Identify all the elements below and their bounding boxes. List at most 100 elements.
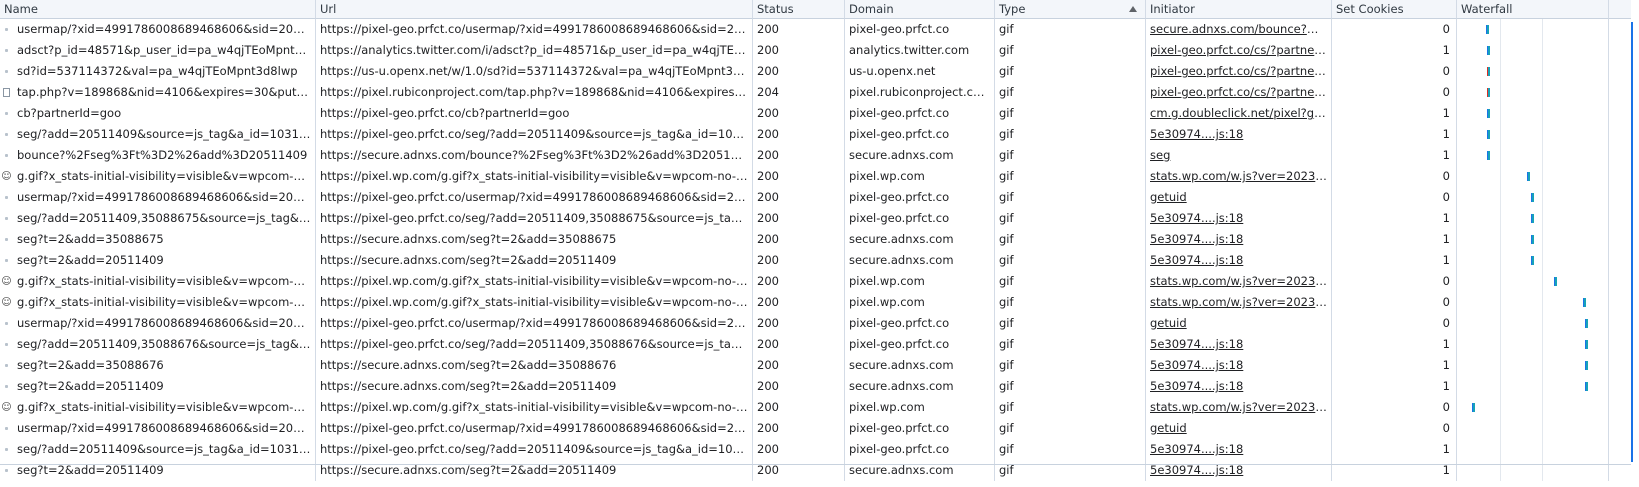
column-header-url[interactable]: Url: [316, 0, 753, 19]
waterfall-bar[interactable]: [1585, 361, 1588, 370]
column-header-name[interactable]: Name: [0, 0, 316, 19]
cell-name[interactable]: usermap/?xid=4991786008689468606&sid=202…: [0, 187, 316, 208]
waterfall-gridline: [1542, 376, 1543, 397]
waterfall-gridline: [1542, 61, 1543, 82]
cell-name[interactable]: ☺ g.gif?x_stats-initial-visibility=visibl…: [0, 397, 316, 418]
cell-name[interactable]: adsct?p_id=48571&p_user_id=pa_w4qjTEoMpn…: [0, 40, 316, 61]
cell-name[interactable]: usermap/?xid=4991786008689468606&sid=202…: [0, 313, 316, 334]
waterfall-gridline: [1500, 124, 1501, 145]
cell-set-cookies: 0: [1332, 292, 1457, 313]
cell-name[interactable]: usermap/?xid=4991786008689468606&sid=202…: [0, 19, 316, 40]
initiator-link[interactable]: pixel-geo.prfct.co/cs/?partnerId=o...: [1150, 64, 1331, 78]
cell-domain: secure.adnxs.com: [845, 250, 995, 271]
initiator-link[interactable]: pixel-geo.prfct.co/cs/?partnerId=r...: [1150, 85, 1331, 99]
cell-name[interactable]: seg?t=2&add=35088676: [0, 355, 316, 376]
cell-status: 200: [753, 19, 845, 40]
waterfall-bar-download: [1586, 361, 1588, 370]
cell-name[interactable]: seg/?add=20511409,35088675&source=js_tag…: [0, 208, 316, 229]
cell-waterfall: [1457, 187, 1609, 208]
waterfall-bar[interactable]: [1531, 193, 1534, 202]
waterfall-bar[interactable]: [1487, 88, 1490, 97]
cell-initiator: 5e30974....js:18: [1146, 355, 1332, 376]
waterfall-bar[interactable]: [1585, 340, 1588, 349]
waterfall-bar-download: [1532, 235, 1534, 244]
cell-name[interactable]: seg/?add=20511409,35088676&source=js_tag…: [0, 334, 316, 355]
waterfall-bar[interactable]: [1487, 151, 1490, 160]
initiator-link[interactable]: seg: [1150, 148, 1170, 162]
initiator-link[interactable]: 5e30974....js:18: [1150, 379, 1243, 393]
initiator-link[interactable]: 5e30974....js:18: [1150, 463, 1243, 477]
waterfall-gridline: [1542, 145, 1543, 166]
cell-name[interactable]: seg?t=2&add=35088675: [0, 229, 316, 250]
request-name: usermap/?xid=4991786008689468606&sid=202…: [17, 190, 311, 204]
cell-name[interactable]: seg?t=2&add=20511409: [0, 250, 316, 271]
initiator-link[interactable]: getuid: [1150, 316, 1187, 330]
cell-name[interactable]: cb?partnerId=goo: [0, 103, 316, 124]
waterfall-gridline: [1542, 187, 1543, 208]
waterfall-bar[interactable]: [1531, 256, 1534, 265]
initiator-link[interactable]: 5e30974....js:18: [1150, 127, 1243, 141]
initiator-link[interactable]: pixel-geo.prfct.co/cs/?partnerId=t...: [1150, 43, 1331, 57]
waterfall-gridline: [1500, 418, 1501, 439]
cell-waterfall: [1457, 313, 1609, 334]
column-header-domain[interactable]: Domain: [845, 0, 995, 19]
cell-name[interactable]: sd?id=537114372&val=pa_w4qjTEoMpnt3d8lwp: [0, 61, 316, 82]
waterfall-bar[interactable]: [1554, 277, 1557, 286]
initiator-link[interactable]: 5e30974....js:18: [1150, 358, 1243, 372]
cell-domain: secure.adnxs.com: [845, 355, 995, 376]
initiator-link[interactable]: 5e30974....js:18: [1150, 211, 1243, 225]
cell-name[interactable]: bounce?%2Fseg%3Ft%3D2%26add%3D20511409: [0, 145, 316, 166]
waterfall-bar[interactable]: [1583, 298, 1586, 307]
column-header-initiator[interactable]: Initiator: [1146, 0, 1332, 19]
cell-name[interactable]: seg/?add=20511409&source=js_tag&a_id=103…: [0, 124, 316, 145]
cell-set-cookies: 1: [1332, 124, 1457, 145]
initiator-link[interactable]: stats.wp.com/w.js?ver=202345:1: [1150, 295, 1331, 309]
column-header-waterfall[interactable]: Waterfall: [1457, 0, 1609, 19]
waterfall-gridline: [1500, 208, 1501, 229]
initiator-link[interactable]: 5e30974....js:18: [1150, 442, 1243, 456]
initiator-link[interactable]: getuid: [1150, 421, 1187, 435]
waterfall-bar[interactable]: [1585, 319, 1588, 328]
smiley-icon: ☺: [1, 171, 12, 182]
initiator-link[interactable]: secure.adnxs.com/bounce?%2Fget...: [1150, 22, 1331, 36]
resource-icon: [2, 150, 11, 161]
waterfall-bar-download: [1488, 67, 1490, 76]
initiator-link[interactable]: 5e30974....js:18: [1150, 337, 1243, 351]
cell-name[interactable]: seg?t=2&add=20511409: [0, 376, 316, 397]
waterfall-bar[interactable]: [1487, 109, 1490, 118]
initiator-link[interactable]: stats.wp.com/w.js?ver=202345:1: [1150, 400, 1331, 414]
scrollbar-track[interactable]: [1631, 22, 1633, 462]
waterfall-bar[interactable]: [1531, 214, 1534, 223]
cell-status: 200: [753, 418, 845, 439]
waterfall-bar[interactable]: [1486, 25, 1489, 34]
cell-name[interactable]: seg/?add=20511409&source=js_tag&a_id=103…: [0, 439, 316, 460]
cell-name[interactable]: usermap/?xid=4991786008689468606&sid=202…: [0, 418, 316, 439]
initiator-link[interactable]: getuid: [1150, 190, 1187, 204]
waterfall-bar[interactable]: [1527, 172, 1530, 181]
column-header-status[interactable]: Status: [753, 0, 845, 19]
initiator-link[interactable]: stats.wp.com/w.js?ver=202345:1: [1150, 169, 1331, 183]
waterfall-gridline: [1500, 439, 1501, 460]
cell-name[interactable]: ☺ g.gif?x_stats-initial-visibility=visibl…: [0, 166, 316, 187]
cell-name[interactable]: ☺ g.gif?x_stats-initial-visibility=visibl…: [0, 271, 316, 292]
scrollbar[interactable]: [1631, 0, 1639, 487]
waterfall-bar[interactable]: [1487, 67, 1490, 76]
waterfall-bar[interactable]: [1487, 130, 1490, 139]
cell-url: https://secure.adnxs.com/bounce?%2Fseg%3…: [316, 145, 753, 166]
initiator-link[interactable]: 5e30974....js:18: [1150, 253, 1243, 267]
column-header-type[interactable]: Type: [995, 0, 1146, 19]
request-name: g.gif?x_stats-initial-visibility=visible…: [17, 295, 311, 309]
waterfall-bar[interactable]: [1531, 235, 1534, 244]
cell-name[interactable]: ☺ g.gif?x_stats-initial-visibility=visibl…: [0, 292, 316, 313]
initiator-link[interactable]: 5e30974....js:18: [1150, 232, 1243, 246]
column-header-set-cookies[interactable]: Set Cookies: [1332, 0, 1457, 19]
initiator-link[interactable]: stats.wp.com/w.js?ver=202345:1: [1150, 274, 1331, 288]
waterfall-bar[interactable]: [1472, 403, 1475, 412]
initiator-link[interactable]: cm.g.doubleclick.net/pixel?google...: [1150, 106, 1331, 120]
cell-domain: secure.adnxs.com: [845, 229, 995, 250]
cell-url: https://pixel-geo.prfct.co/seg/?add=2051…: [316, 124, 753, 145]
waterfall-bar[interactable]: [1487, 46, 1490, 55]
cell-name[interactable]: tap.php?v=189868&nid=4106&expires=30&put…: [0, 82, 316, 103]
waterfall-bar[interactable]: [1585, 382, 1588, 391]
cell-type: gif: [995, 208, 1146, 229]
